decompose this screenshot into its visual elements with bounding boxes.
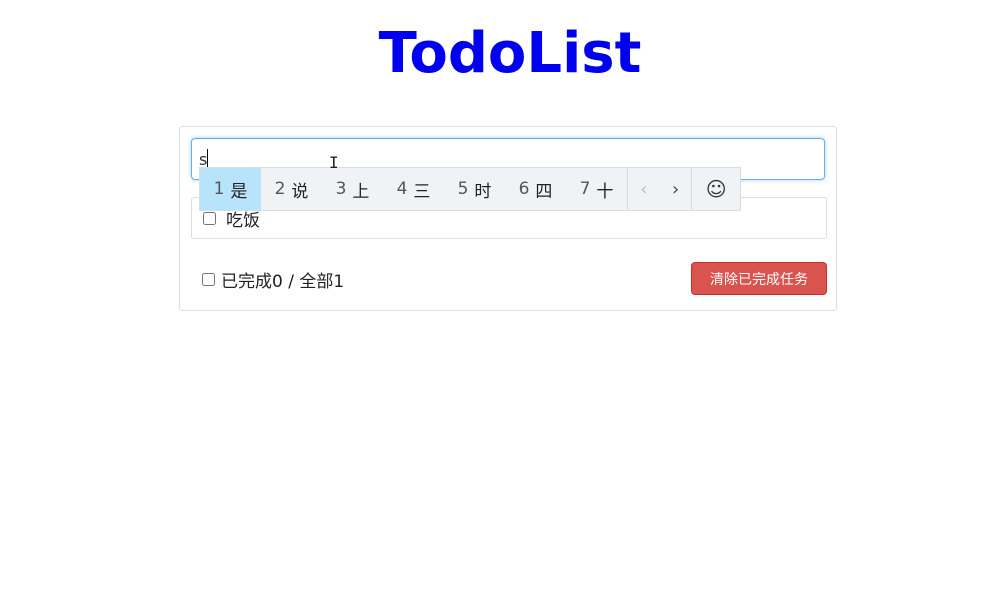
todo-item-checkbox[interactable] [203, 211, 216, 225]
ime-candidate-1[interactable]: 1 是 [200, 168, 261, 210]
select-all[interactable]: 已完成0 / 全部1 [191, 262, 344, 296]
page-title: TodoList [378, 21, 642, 86]
ime-candidate-char: 时 [474, 181, 492, 202]
chevron-left-icon[interactable]: ‹ [628, 168, 660, 210]
ime-candidate-char: 上 [352, 181, 370, 202]
text-caret [207, 149, 208, 169]
ime-candidate-number: 6 [518, 179, 530, 199]
text-cursor-icon: I [329, 153, 339, 172]
ime-candidate-number: 4 [396, 179, 408, 199]
ime-candidate-bar: 1 是 2 说 3 上 4 三 5 时 6 四 7 十 ‹ › ☺ [199, 167, 741, 211]
ime-candidate-5[interactable]: 5 时 [444, 168, 505, 210]
ime-candidate-2[interactable]: 2 说 [261, 168, 322, 210]
chevron-right-icon[interactable]: › [660, 168, 692, 210]
ime-candidate-3[interactable]: 3 上 [322, 168, 383, 210]
todo-footer: 已完成0 / 全部1 清除已完成任务 [191, 262, 827, 296]
ime-candidate-7[interactable]: 7 十 [566, 168, 627, 210]
ime-candidate-number: 5 [457, 179, 469, 199]
clear-completed-button[interactable]: 清除已完成任务 [691, 262, 827, 295]
ime-candidate-char: 三 [413, 181, 431, 202]
ime-candidate-char: 说 [291, 181, 309, 202]
ime-candidate-number: 3 [335, 179, 347, 199]
ime-candidate-number: 1 [213, 179, 225, 199]
ime-candidate-6[interactable]: 6 四 [505, 168, 566, 210]
ime-candidate-char: 十 [596, 181, 614, 202]
ime-candidate-4[interactable]: 4 三 [383, 168, 444, 210]
select-all-checkbox[interactable] [202, 272, 215, 286]
completion-status: 已完成0 / 全部1 [221, 271, 345, 292]
ime-candidate-number: 2 [274, 179, 286, 199]
ime-candidate-char: 四 [535, 181, 553, 202]
page: TodoList 吃饭 已完成0 / 全部1 清除已完成任务 1 是 2 说 3… [0, 0, 1000, 600]
ime-candidate-char: 是 [230, 181, 248, 202]
ime-candidate-number: 7 [579, 179, 591, 199]
emoji-icon[interactable]: ☺ [692, 168, 740, 210]
